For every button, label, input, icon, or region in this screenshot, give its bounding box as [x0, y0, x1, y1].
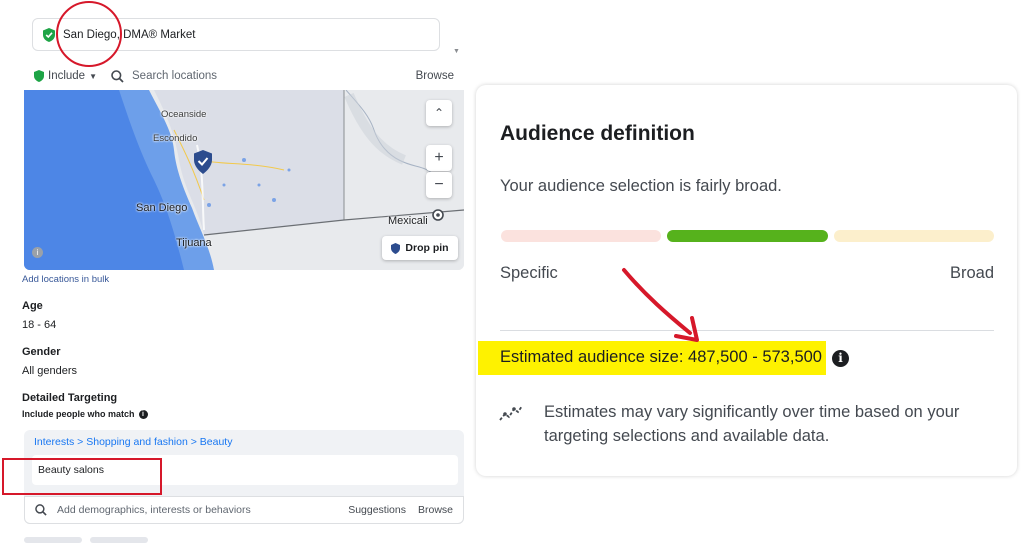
- audience-subtitle: Your audience selection is fairly broad.: [500, 177, 782, 195]
- annotation-rectangle: [2, 458, 162, 495]
- suggestions-link[interactable]: Suggestions: [348, 504, 406, 516]
- search-locations-input[interactable]: Search locations: [132, 70, 217, 82]
- map-label-tijuana: Tijuana: [176, 237, 212, 249]
- age-title: Age: [22, 300, 43, 312]
- map-label-escondido: Escondido: [153, 133, 198, 144]
- interest-breadcrumb[interactable]: Interests > Shopping and fashion > Beaut…: [34, 436, 232, 448]
- info-icon[interactable]: i: [831, 349, 849, 367]
- chevron-up-icon: ⌃: [433, 106, 445, 120]
- map-label-mexicali: Mexicali: [388, 215, 428, 227]
- info-icon[interactable]: i: [138, 409, 148, 419]
- zoom-out-button[interactable]: −: [426, 172, 452, 198]
- age-value[interactable]: 18 - 64: [22, 319, 56, 331]
- map-label-oceanside: Oceanside: [161, 109, 207, 120]
- gauge-segment-broad: [834, 230, 994, 242]
- search-icon: [111, 69, 124, 83]
- divider: [500, 330, 994, 331]
- chip-placeholder[interactable]: [90, 537, 148, 543]
- plus-icon: +: [434, 149, 444, 166]
- map-label-san-diego: San Diego: [136, 202, 188, 214]
- bottom-chips: [24, 530, 184, 543]
- location-targeting-panel: San Diego, DMA® Market ▼ Include ▼ Searc…: [0, 0, 470, 543]
- gender-title: Gender: [22, 346, 61, 358]
- add-targeting-bar: Add demographics, interests or behaviors…: [24, 496, 464, 524]
- browse-locations-link[interactable]: Browse: [416, 70, 454, 82]
- annotation-circle: [56, 1, 122, 67]
- browse-targeting-link[interactable]: Browse: [418, 504, 453, 516]
- zoom-in-button[interactable]: +: [426, 145, 452, 171]
- locate-me-icon[interactable]: [431, 208, 445, 222]
- audience-definition-card: Audience definition Your audience select…: [476, 85, 1017, 476]
- gauge-segment-active: [667, 230, 828, 242]
- chip-placeholder[interactable]: [24, 537, 82, 543]
- search-icon: [35, 504, 47, 516]
- add-targeting-input[interactable]: Add demographics, interests or behaviors: [57, 504, 251, 516]
- gender-value[interactable]: All genders: [22, 365, 77, 377]
- location-map[interactable]: Oceanside Escondido San Diego Tijuana Me…: [24, 90, 464, 270]
- location-check-icon: [43, 27, 55, 42]
- gauge-segment-specific: [501, 230, 661, 242]
- include-people-label: Include people who match: [22, 409, 135, 419]
- minus-icon: −: [434, 176, 444, 193]
- estimated-audience-size: Estimated audience size: 487,500 - 573,5…: [478, 341, 826, 375]
- chevron-down-icon: ▼: [89, 71, 98, 81]
- gauge-label-broad: Broad: [949, 264, 994, 282]
- pin-icon: [391, 242, 401, 254]
- gauge-label-specific: Specific: [500, 264, 558, 282]
- location-search-bar: Include ▼ Search locations Browse: [24, 64, 464, 88]
- include-people-note: Include people who match i: [22, 409, 148, 419]
- map-pin-icon: [194, 150, 212, 174]
- map-info-icon[interactable]: i: [32, 247, 43, 258]
- include-label: Include: [48, 70, 86, 82]
- estimated-audience-row: Estimated audience size: 487,500 - 573,5…: [478, 341, 849, 375]
- add-locations-bulk-link[interactable]: Add locations in bulk: [22, 274, 109, 285]
- trend-line-icon: [499, 405, 523, 421]
- drop-pin-button[interactable]: Drop pin: [382, 236, 458, 260]
- include-dropdown[interactable]: Include ▼: [34, 70, 97, 82]
- detailed-targeting-title: Detailed Targeting: [22, 392, 118, 404]
- map-collapse-button[interactable]: ⌃: [426, 100, 452, 126]
- drop-pin-label: Drop pin: [405, 242, 449, 254]
- audience-title: Audience definition: [500, 122, 695, 145]
- estimate-note: Estimates may vary significantly over ti…: [544, 403, 960, 445]
- scroll-down-icon[interactable]: ▼: [453, 48, 460, 55]
- pin-check-icon: [34, 70, 44, 82]
